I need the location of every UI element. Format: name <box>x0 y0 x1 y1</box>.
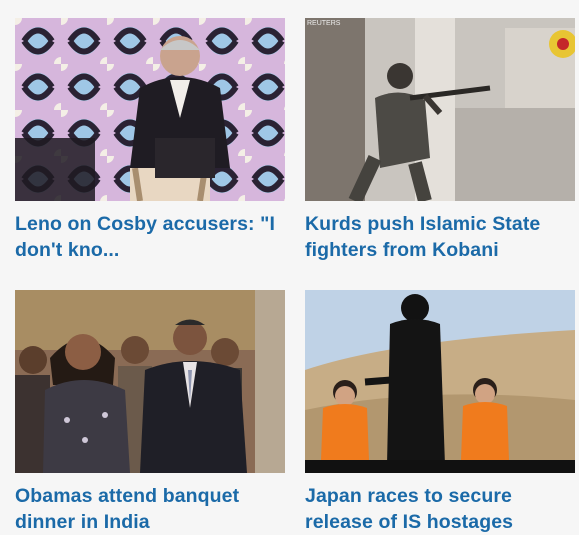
news-thumbnail[interactable] <box>15 18 285 201</box>
news-thumbnail[interactable] <box>305 290 575 473</box>
obamas-image <box>15 290 285 473</box>
hostages-image <box>305 290 575 473</box>
kobani-image <box>305 18 575 201</box>
news-headline[interactable]: Kurds push Islamic State fighters from K… <box>305 211 579 263</box>
news-thumbnail[interactable] <box>15 290 285 473</box>
news-thumbnail[interactable]: REUTERS <box>305 18 575 201</box>
leno-image <box>15 18 285 201</box>
news-grid: Leno on Cosby accusers: "I don't kno... … <box>0 0 579 534</box>
news-headline[interactable]: Leno on Cosby accusers: "I don't kno... <box>15 211 290 263</box>
news-headline[interactable]: Obamas attend banquet dinner in India <box>15 483 290 535</box>
reuters-watermark: REUTERS <box>307 20 341 27</box>
news-headline[interactable]: Japan races to secure release of IS host… <box>305 483 579 535</box>
